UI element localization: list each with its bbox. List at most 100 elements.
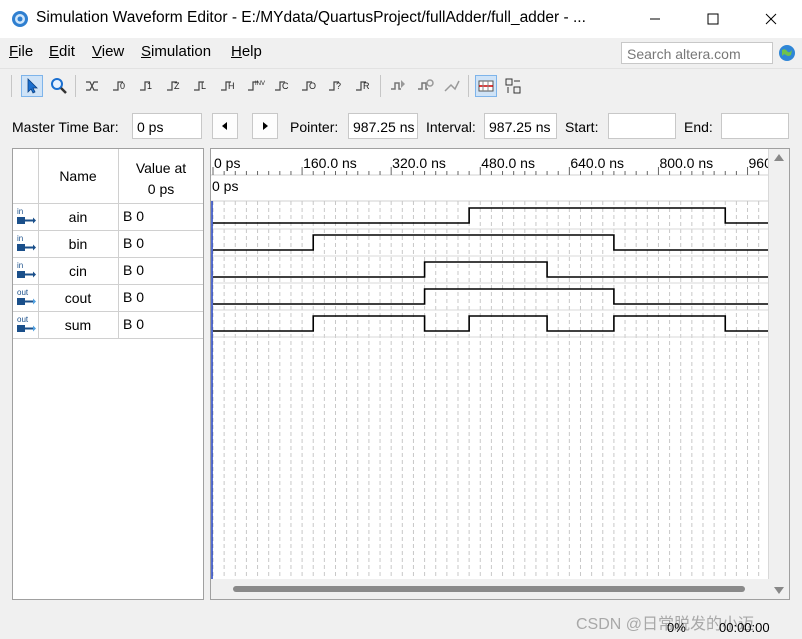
selection-tool-button[interactable] [21, 75, 43, 97]
high-impedance-button[interactable]: Z [164, 75, 186, 97]
search-input[interactable] [625, 44, 774, 64]
run-timing-simulation-button[interactable] [414, 75, 436, 97]
window-title: Simulation Waveform Editor - E:/MYdata/Q… [36, 9, 586, 26]
ruler-label: 960.0 ns [749, 155, 769, 171]
title-bar: Simulation Waveform Editor - E:/MYdata/Q… [0, 0, 802, 38]
weak-high-icon: H [221, 81, 235, 91]
svg-text:out: out [17, 288, 29, 297]
interval-label: Interval: [426, 119, 476, 135]
output-pin-icon: out [13, 311, 39, 338]
vertical-scrollbar[interactable] [768, 149, 789, 599]
ruler-label: 640.0 ns [570, 155, 624, 171]
signal-row[interactable]: out sum B 0 [13, 311, 203, 339]
signal-name: sum [64, 317, 92, 333]
signal-name: ain [68, 209, 88, 225]
count-value-button[interactable]: C [272, 75, 294, 97]
svg-text:O: O [309, 81, 316, 91]
toolbar-separator [468, 75, 469, 97]
signal-list-header: Name Value at 0 ps [13, 149, 203, 204]
svg-text:R: R [363, 81, 370, 91]
cursor-label: 0 ps [212, 178, 238, 194]
random-value-icon: R [356, 81, 370, 91]
snap-to-grid-button[interactable] [475, 75, 497, 97]
ruler-label: 0 ps [214, 155, 240, 171]
signal-value: B 0 [118, 311, 203, 338]
menu-help[interactable]: Help [231, 43, 262, 60]
maximize-icon [707, 13, 719, 25]
triangle-left-icon [222, 122, 227, 130]
maximize-button[interactable] [684, 0, 742, 38]
svg-text:1: 1 [147, 81, 152, 91]
column-value-header[interactable]: Value at 0 ps [119, 158, 203, 200]
arbitrary-value-icon: ? [329, 81, 341, 91]
weak-high-button[interactable]: H [218, 75, 240, 97]
horizontal-scroll-thumb[interactable] [233, 586, 745, 592]
signal-row[interactable]: in ain B 0 [13, 203, 203, 231]
master-time-bar-field[interactable]: 0 ps [132, 113, 202, 139]
invert-icon: INV [248, 81, 265, 91]
menu-edit[interactable]: Edit [49, 43, 75, 60]
input-pin-icon: in [13, 257, 39, 284]
start-field[interactable] [608, 113, 676, 139]
forcing-high-button[interactable]: 1 [137, 75, 159, 97]
random-value-button[interactable]: R [353, 75, 375, 97]
signal-row[interactable]: in bin B 0 [13, 230, 203, 258]
clock-value-icon: O [302, 81, 316, 91]
forcing-high-icon: 1 [140, 81, 152, 91]
signal-row[interactable]: out cout B 0 [13, 284, 203, 312]
high-impedance-icon: Z [167, 81, 180, 91]
forcing-low-button[interactable]: 0 [110, 75, 132, 97]
menu-view[interactable]: View [92, 43, 124, 60]
menu-help-accel: H [231, 43, 242, 60]
horizontal-scrollbar[interactable] [211, 579, 769, 599]
minimize-button[interactable] [626, 0, 684, 38]
menu-simulation[interactable]: Simulation [141, 43, 211, 60]
selection-tool-icon [27, 78, 38, 94]
invert-button[interactable]: INV [245, 75, 267, 97]
menu-help-label: elp [241, 43, 262, 60]
zoom-tool-button[interactable] [48, 75, 70, 97]
ruler-label: 160.0 ns [303, 155, 357, 171]
svg-text:in: in [17, 234, 23, 243]
clock-value-button[interactable]: O [299, 75, 321, 97]
waveform-pane[interactable]: 0 ps 160.0 ns 320.0 ns 480.0 ns 640.0 ns 800.… [210, 148, 790, 600]
next-transition-button[interactable] [252, 113, 278, 139]
ruler-label: 320.0 ns [392, 155, 446, 171]
waveform-compare-icon [505, 78, 521, 94]
signal-row[interactable]: in cin B 0 [13, 257, 203, 285]
run-functional-simulation-button[interactable] [387, 75, 409, 97]
signal-value: B 0 [118, 284, 203, 311]
menu-edit-label: dit [59, 43, 75, 60]
weak-low-button[interactable]: L [191, 75, 213, 97]
signal-name: cout [64, 290, 92, 306]
toolbar-separator [380, 75, 381, 97]
signal-name: bin [68, 236, 88, 252]
column-name-header[interactable]: Name [39, 168, 117, 184]
search-box[interactable] [621, 42, 774, 64]
output-pin-icon: out [13, 284, 39, 311]
ruler-label: 480.0 ns [481, 155, 535, 171]
arbitrary-value-button[interactable]: ? [326, 75, 348, 97]
waveform-compare-button[interactable] [502, 75, 524, 97]
globe-icon[interactable] [778, 44, 796, 62]
scroll-up-icon[interactable] [774, 153, 784, 161]
column-value-header-line2: 0 ps [147, 181, 175, 197]
progress-percent: 0% [667, 620, 686, 635]
signal-list-pane: Name Value at 0 ps in ain B 0 in bin B 0 in cin… [12, 148, 204, 600]
start-label: Start: [565, 119, 599, 135]
close-button[interactable] [742, 0, 800, 38]
input-pin-icon: in [13, 230, 39, 257]
count-value-icon: C [275, 81, 289, 91]
previous-transition-button[interactable] [212, 113, 238, 139]
waveform-canvas[interactable]: 0 ps 160.0 ns 320.0 ns 480.0 ns 640.0 ns 800.… [211, 149, 769, 579]
signal-value: B 0 [118, 230, 203, 257]
scroll-down-icon[interactable] [774, 587, 784, 595]
generate-netlist-button[interactable] [441, 75, 463, 97]
end-field[interactable] [721, 113, 789, 139]
forcing-unknown-button[interactable] [83, 75, 105, 97]
menu-edit-accel: E [49, 43, 60, 60]
menu-file[interactable]: File [9, 43, 33, 60]
weak-low-icon: L [194, 81, 206, 91]
svg-text:in: in [17, 261, 23, 270]
snap-to-grid-icon [478, 80, 494, 92]
